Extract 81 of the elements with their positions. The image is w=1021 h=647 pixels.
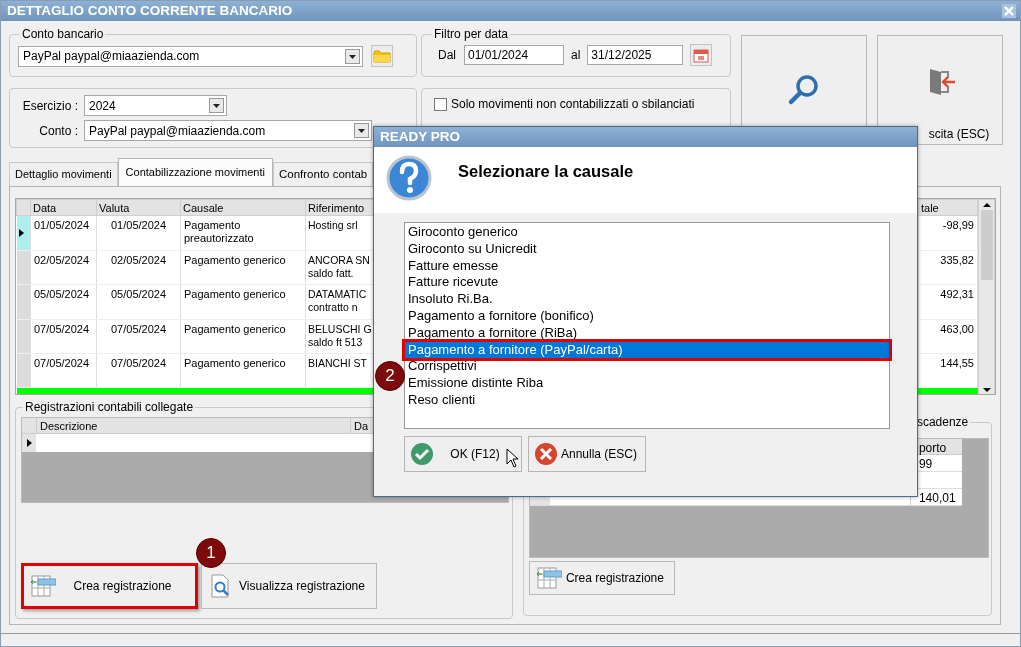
window-title: DETTAGLIO CONTO CORRENTE BANCARIO xyxy=(7,4,293,18)
table-cell: 05/05/2024 xyxy=(96,284,181,319)
mouse-pointer-icon xyxy=(506,448,520,468)
column-header: Descrizione xyxy=(36,418,350,434)
question-icon xyxy=(386,155,432,201)
row-pointer-icon xyxy=(25,438,33,449)
table-cell: 07/05/2024 xyxy=(96,319,181,354)
dialog-heading: Selezionare la causale xyxy=(458,161,634,182)
list-item[interactable]: Giroconto su Unicredit xyxy=(405,240,889,258)
table-cell: 07/05/2024 xyxy=(96,353,181,388)
create-registration-button[interactable]: Crea registrazione xyxy=(21,563,198,610)
field-label: Dal xyxy=(438,47,456,65)
close-button[interactable] xyxy=(1002,4,1016,18)
table-icon xyxy=(535,565,562,592)
row-selector[interactable] xyxy=(22,434,36,453)
folder-icon xyxy=(373,49,391,64)
dialog-title: READY PRO xyxy=(380,130,461,144)
list-item[interactable]: Pagamento a fornitore (bonifico) xyxy=(405,308,889,325)
table-cell: Pagamento generico xyxy=(180,250,306,285)
table-cell: 07/05/2024 xyxy=(30,353,97,388)
cancel-button[interactable]: Annulla (ESC) xyxy=(528,436,646,472)
list-item[interactable]: Giroconto generico xyxy=(405,224,889,241)
checkbox[interactable] xyxy=(434,97,447,111)
close-icon xyxy=(1004,6,1014,16)
table-icon xyxy=(30,573,56,600)
exit-button[interactable]: scita (ESC) xyxy=(877,35,1003,145)
group-label: Filtro per data xyxy=(433,28,510,42)
scroll-thumb xyxy=(980,210,993,280)
checkmark-icon xyxy=(410,442,434,466)
field-label: Conto : xyxy=(38,122,79,140)
create-registration-button[interactable]: Crea registrazione xyxy=(528,561,675,596)
column-header: Data xyxy=(30,199,97,216)
field-label: al xyxy=(571,47,581,65)
date-field[interactable]: 31/12/2025 xyxy=(587,45,684,66)
list-item[interactable]: Insoluto Ri.Ba. xyxy=(405,291,889,308)
account-dropdown[interactable]: PayPal paypal@miaazienda.com xyxy=(84,120,372,141)
tab[interactable]: Confronto contab xyxy=(273,162,374,186)
group-label: Registrazioni contabili collegate xyxy=(24,401,195,415)
ok-button[interactable]: OK (F12) xyxy=(404,436,522,472)
table-cell: 07/05/2024 xyxy=(30,319,97,354)
group-label: Conto bancario xyxy=(21,28,105,42)
account-dropdown[interactable]: PayPal paypal@miaazienda.com xyxy=(18,45,363,67)
table-cell-text: 99 xyxy=(917,456,933,472)
table-cell: Pagamento preautorizzato xyxy=(180,215,306,251)
column-header: Causale xyxy=(180,199,306,216)
table-cell: Pagamento generico xyxy=(180,353,306,388)
field-label: Esercizio : xyxy=(21,97,79,115)
column-header: tale xyxy=(918,199,978,216)
list-item[interactable]: Emissione distinte Riba xyxy=(405,375,889,392)
scrollbar[interactable] xyxy=(978,199,995,394)
tab[interactable]: Contabilizzazione movimenti xyxy=(117,158,273,186)
column-header: Da xyxy=(350,418,369,434)
table-cell: Pagamento generico xyxy=(180,319,306,354)
table-cell: 05/05/2024 xyxy=(30,284,97,319)
date-field[interactable]: 01/01/2024 xyxy=(464,45,564,66)
view-registration-button[interactable]: Visualizza registrazione xyxy=(201,563,377,610)
list-item[interactable]: Pagamento a fornitore (PayPal/carta) xyxy=(405,341,889,359)
row-pointer-icon xyxy=(16,227,25,238)
table-cell: 01/05/2024 xyxy=(30,215,97,251)
list-item[interactable]: Fatture ricevute xyxy=(405,274,889,292)
calendar-icon xyxy=(693,47,710,64)
list-item[interactable]: Pagamento a fornitore (RiBa) xyxy=(405,324,889,342)
group-label: scadenze xyxy=(915,416,970,430)
list-item[interactable]: Fatture emesse xyxy=(405,257,889,275)
folder-button[interactable] xyxy=(371,45,393,68)
row-selector[interactable] xyxy=(16,215,31,251)
year-dropdown[interactable]: 2024 xyxy=(84,95,227,116)
cancel-icon xyxy=(534,442,558,466)
search-icon xyxy=(787,73,821,107)
table-cell: 01/05/2024 xyxy=(96,215,181,251)
table-cell: 02/05/2024 xyxy=(30,250,97,285)
step-badge: 2 xyxy=(375,361,405,391)
list-item[interactable]: Corrispettivi xyxy=(405,358,889,376)
checkbox-label: Solo movimenti non contabilizzati o sbilanciati xyxy=(451,96,695,113)
table-cell: 02/05/2024 xyxy=(96,250,181,285)
table-cell: Pagamento generico xyxy=(180,284,306,319)
table-cell-text: 140,01 xyxy=(917,490,956,506)
list-item[interactable]: Reso clienti xyxy=(405,391,889,409)
tab[interactable]: Dettaglio movimenti xyxy=(9,162,118,186)
column-header: Valuta xyxy=(96,199,181,216)
calendar-button[interactable] xyxy=(690,44,713,67)
